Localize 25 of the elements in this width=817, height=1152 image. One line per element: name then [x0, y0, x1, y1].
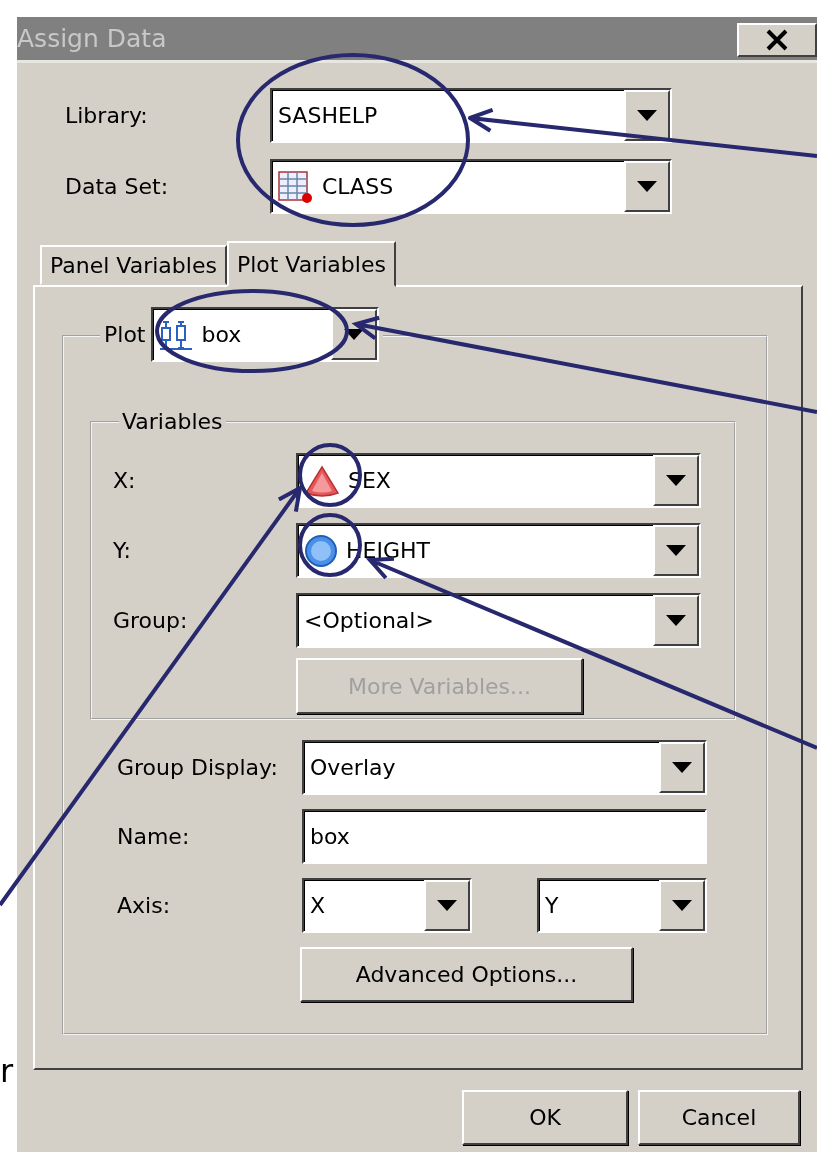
field-label: Name: [117, 824, 191, 849]
annotation-text: r [0, 1052, 14, 1090]
window-title: Assign Data [17, 24, 167, 53]
dropdown[interactable]: CLASS [270, 159, 672, 214]
field-label: Data Set: [65, 174, 170, 199]
field-label: Axis: [117, 893, 172, 918]
field-label: X: [113, 468, 137, 493]
dropdown[interactable]: SASHELP [270, 88, 672, 143]
ok-button[interactable]: OK [462, 1090, 628, 1145]
advanced-options-button[interactable]: Advanced Options... [300, 947, 633, 1002]
field-label: Library: [65, 103, 149, 128]
dropdown[interactable]: box [151, 307, 380, 362]
dropdown[interactable]: Overlay [302, 740, 707, 795]
group-label: Variables [122, 408, 223, 434]
field-label: Group Display: [117, 755, 279, 780]
dropdown[interactable]: <Optional> [296, 593, 701, 648]
name-field[interactable]: box [302, 809, 707, 864]
dropdown[interactable]: X [302, 878, 472, 933]
field-label: Y: [113, 538, 132, 563]
cancel-button[interactable]: Cancel [638, 1090, 800, 1145]
group-label: Plot [104, 322, 146, 347]
field-label: Group: [113, 608, 189, 633]
tab[interactable]: Plot Variables [226, 241, 396, 287]
dropdown[interactable]: Y [537, 878, 707, 933]
tab[interactable]: Panel Variables [40, 245, 227, 285]
